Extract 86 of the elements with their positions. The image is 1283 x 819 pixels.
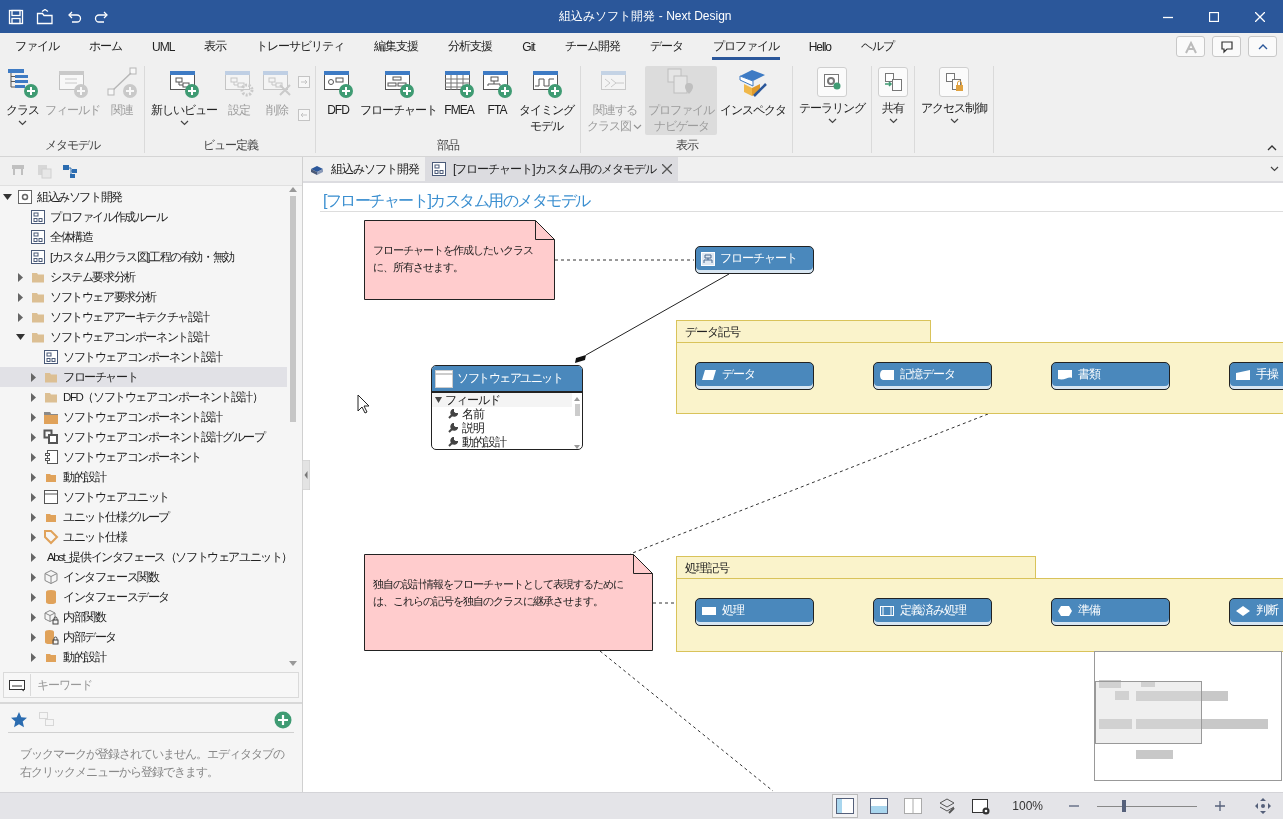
tree-item[interactable]: ユニット仕様 bbox=[0, 527, 287, 547]
class-name: データ bbox=[722, 366, 755, 383]
window-title: 組込みソフト開発 - Next Design bbox=[558, 8, 733, 25]
group-label: ビュー定義 bbox=[201, 138, 259, 153]
field-name: 説明 bbox=[462, 421, 484, 435]
menu-tab[interactable]: 編集支援 bbox=[359, 33, 434, 60]
class-node[interactable]: 判断 bbox=[1229, 598, 1283, 626]
class-name: ソフトウェアユニット bbox=[457, 370, 562, 387]
menu-tab[interactable]: データ bbox=[634, 33, 698, 60]
menu-tab[interactable]: プロファイル bbox=[697, 33, 794, 60]
ribbon-button[interactable]: アクセス制御 bbox=[918, 66, 990, 125]
ribbon-button[interactable]: FTA bbox=[478, 66, 516, 119]
tree-item[interactable]: ソフトウェアコンポーネント設計 bbox=[0, 327, 287, 347]
class-node[interactable]: 手操 bbox=[1229, 362, 1283, 390]
bookmark-hint: ブックマークが登録されていません。エディタタブの右クリックメニューから登録できます。 bbox=[19, 746, 286, 781]
ribbon-button[interactable]: 新しいビュー bbox=[148, 66, 220, 127]
menu-tab[interactable]: ホーム bbox=[74, 33, 137, 60]
class-name: フローチャート bbox=[720, 250, 797, 267]
tree-item[interactable]: Abst_提供インタフェース（ソフトウェアユニット） bbox=[0, 547, 287, 567]
ribbon-button[interactable]: タイミング モデル bbox=[516, 66, 577, 135]
menu-tab[interactable]: UML bbox=[137, 33, 190, 60]
diagram-title: [フローチャート]カスタム用のメタモデル bbox=[320, 183, 1283, 212]
group-label: メタモデル bbox=[43, 138, 101, 153]
class-node[interactable]: データ bbox=[695, 362, 814, 390]
tree-item[interactable]: ソフトウェア要求分析 bbox=[0, 287, 287, 307]
tree-item[interactable]: ソフトウェアコンポーネント設計グループ bbox=[0, 427, 287, 447]
class-name: 準備 bbox=[1078, 602, 1100, 619]
note-text: 独自の設計情報をフローチャートとして表現するためには、これらの記号を独自のクラスに継承させます。 bbox=[373, 577, 624, 609]
group-label: 部品 bbox=[436, 138, 460, 153]
ribbon-button[interactable]: フローチャート bbox=[357, 66, 440, 119]
class-node[interactable]: 記憶データ bbox=[873, 362, 992, 390]
menu-tab[interactable]: ヘルプ bbox=[846, 33, 910, 60]
tree-item[interactable]: 動的設計 bbox=[0, 647, 287, 666]
tree-item[interactable]: プロファイル作成ルール bbox=[0, 207, 287, 227]
class-node[interactable]: 定義済み処理 bbox=[873, 598, 992, 626]
class-node[interactable]: ソフトウェアユニット フィールド 名前 説明 動的設計 bbox=[431, 365, 583, 450]
ribbon-button[interactable]: DFD bbox=[319, 66, 357, 119]
ribbon-button[interactable]: FMEA bbox=[440, 66, 478, 119]
class-name: 書類 bbox=[1078, 366, 1100, 383]
class-node[interactable]: 処理 bbox=[695, 598, 814, 626]
tree-item[interactable]: 全体構造 bbox=[0, 227, 287, 247]
tree-item[interactable]: 組込みソフト開発 bbox=[0, 187, 287, 207]
tree-item[interactable]: DFD（ソフトウェアコンポーネント設計） bbox=[0, 387, 287, 407]
menu-tab[interactable]: 表示 bbox=[189, 33, 242, 60]
tree-item[interactable]: ソフトウェアコンポーネント設計 bbox=[0, 347, 287, 367]
menu-tab[interactable]: トレーサビリティ bbox=[241, 33, 360, 60]
menu-tab[interactable]: 分析支援 bbox=[433, 33, 508, 60]
menu-tab[interactable]: Hello bbox=[793, 33, 847, 60]
tree-item[interactable]: 内部データ bbox=[0, 627, 287, 647]
class-name: 定義済み処理 bbox=[900, 602, 966, 619]
ribbon-button[interactable]: クラス bbox=[3, 66, 42, 127]
class-name: 手操 bbox=[1256, 366, 1278, 383]
group-label: 表示 bbox=[674, 138, 699, 153]
tree-item[interactable]: 内部関数 bbox=[0, 607, 287, 627]
class-name: 処理 bbox=[722, 602, 744, 619]
field-name: 名前 bbox=[462, 407, 484, 421]
tree-item[interactable]: 動的設計 bbox=[0, 467, 287, 487]
tree-item[interactable]: [カスタム用クラス図]工程の有効・無効 bbox=[0, 247, 287, 267]
compartment-label: フィールド bbox=[445, 393, 500, 407]
compartment-header[interactable]: フィールド bbox=[432, 393, 572, 407]
note-text: フローチャートを作成したいクラスに、所有させます。 bbox=[373, 243, 534, 275]
tree-item[interactable]: ユニット仕様グループ bbox=[0, 507, 287, 527]
editor-tab[interactable]: 組込みソフト開発 bbox=[303, 157, 425, 181]
zoom-level: 100% bbox=[1012, 799, 1043, 813]
ribbon-button[interactable]: 共有 bbox=[875, 66, 911, 125]
class-name: 記憶データ bbox=[900, 366, 955, 383]
menu-tab[interactable]: Git bbox=[507, 33, 550, 60]
tree-item[interactable]: フローチャート bbox=[0, 367, 287, 387]
tree-item[interactable]: ソフトウェアアーキテクチャ設計 bbox=[0, 307, 287, 327]
class-node[interactable]: 準備 bbox=[1051, 598, 1170, 626]
class-node[interactable]: フローチャート bbox=[695, 246, 814, 274]
editor-tab[interactable]: [フローチャート]カスタム用のメタモデル bbox=[425, 157, 678, 181]
tree-item[interactable]: システム要求分析 bbox=[0, 267, 287, 287]
tree-item[interactable]: ソフトウェアコンポーネント bbox=[0, 447, 287, 467]
field-name: 動的設計 bbox=[462, 435, 506, 449]
menu-tab[interactable]: チーム開発 bbox=[549, 33, 635, 60]
tree-item[interactable]: インタフェースデータ bbox=[0, 587, 287, 607]
tree-item[interactable]: ソフトウェアユニット bbox=[0, 487, 287, 507]
class-name: 判断 bbox=[1256, 602, 1278, 619]
search-field[interactable]: キーワード bbox=[3, 672, 299, 698]
ribbon-button[interactable]: テーラリング bbox=[796, 66, 868, 125]
class-node[interactable]: 書類 bbox=[1051, 362, 1170, 390]
menu-tab[interactable]: ファイル bbox=[0, 33, 74, 60]
tree-item[interactable]: インタフェース関数 bbox=[0, 567, 287, 587]
ribbon-button[interactable]: インスペクタ bbox=[717, 66, 789, 119]
tree-item[interactable]: ソフトウェアコンポーネント設計 bbox=[0, 407, 287, 427]
